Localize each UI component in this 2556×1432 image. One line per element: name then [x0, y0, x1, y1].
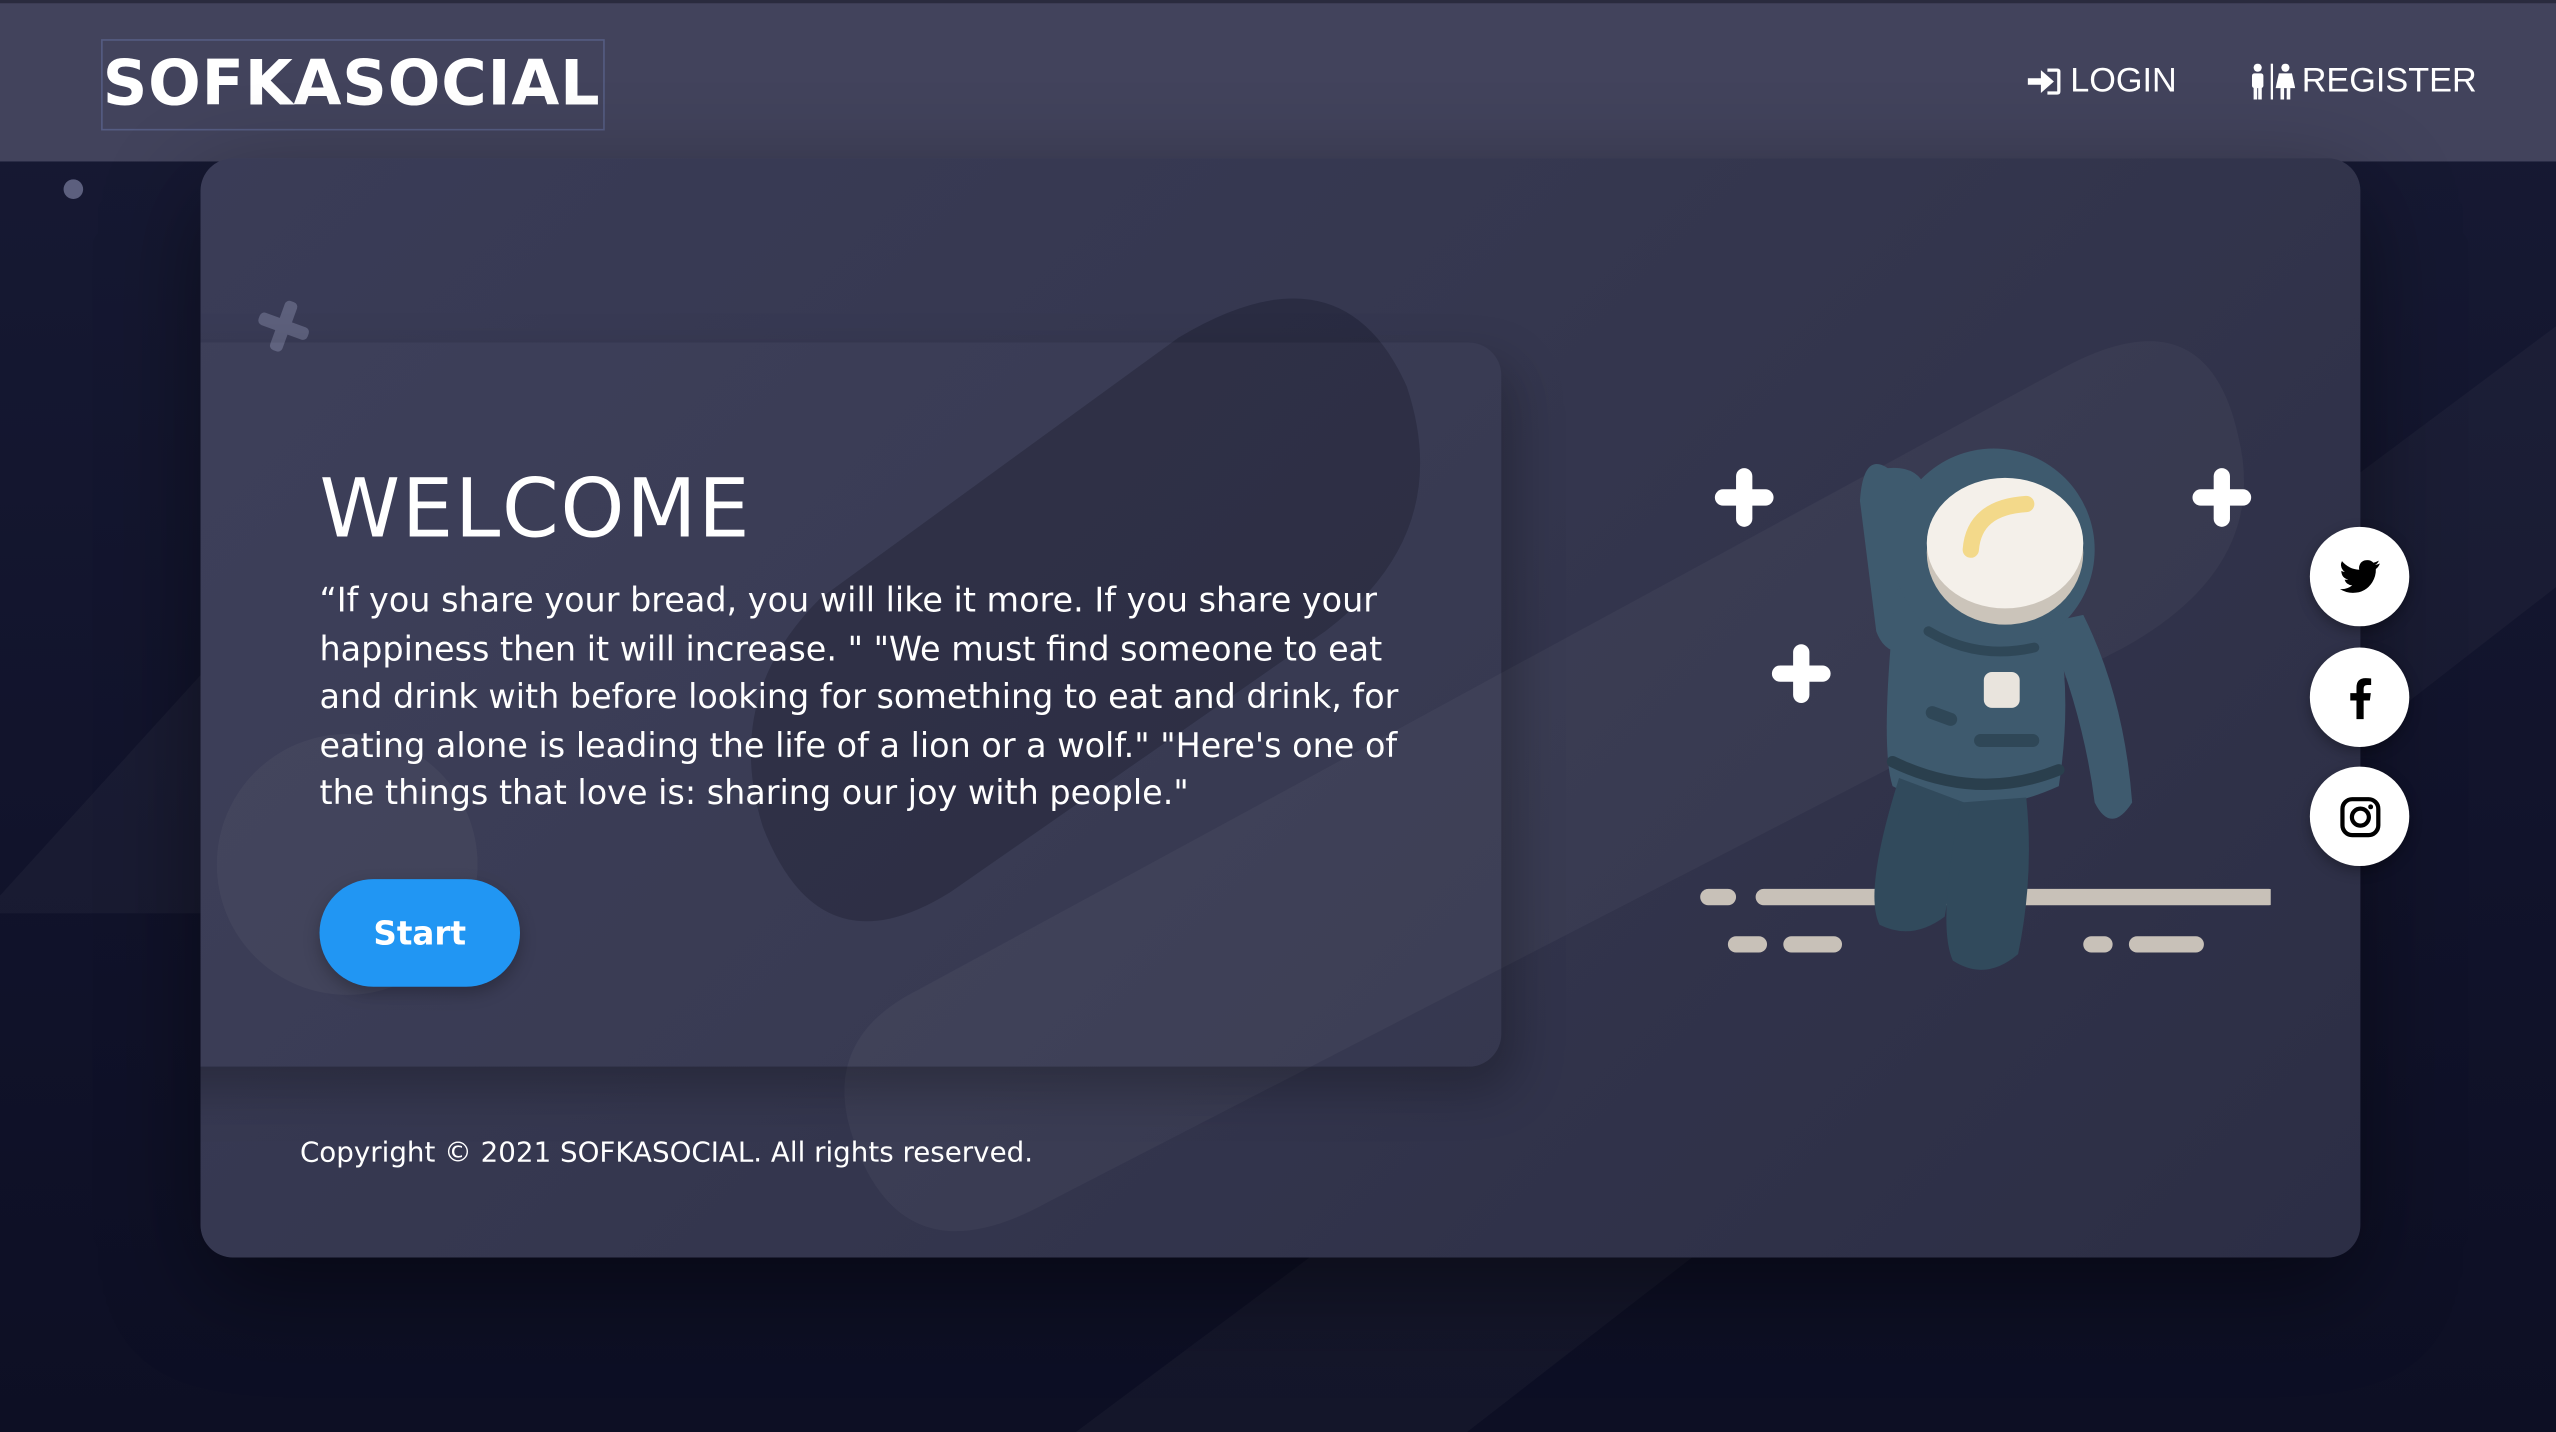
- register-label: REGISTER: [2301, 61, 2477, 100]
- main-card: WELCOME “If you share your bread, you wi…: [200, 158, 2361, 1258]
- copyright-text: Copyright © 2021 SOFKASOCIAL. All rights…: [299, 1136, 1034, 1170]
- page-stage: SOFKASOCIAL LOGIN REGISTER WELCOME “If y…: [0, 0, 2556, 1432]
- astronaut-illustration: [1700, 448, 2271, 970]
- twitter-button[interactable]: [2309, 526, 2410, 627]
- facebook-button[interactable]: [2309, 647, 2410, 747]
- facebook-icon: [2349, 677, 2371, 719]
- start-button[interactable]: Start: [319, 879, 521, 987]
- brand-logo[interactable]: SOFKASOCIAL: [101, 39, 606, 131]
- register-link[interactable]: REGISTER: [2250, 62, 2477, 101]
- login-label: LOGIN: [2070, 61, 2177, 100]
- login-link[interactable]: LOGIN: [2025, 62, 2177, 101]
- restroom-icon: [2250, 63, 2296, 100]
- sign-in-icon: [2025, 65, 2064, 98]
- top-navbar: SOFKASOCIAL LOGIN REGISTER: [0, 0, 2556, 162]
- instagram-icon: [2339, 796, 2380, 837]
- instagram-button[interactable]: [2309, 766, 2410, 867]
- welcome-title: WELCOME: [319, 461, 752, 557]
- welcome-quote: “If you share your bread, you will like …: [319, 580, 1399, 813]
- twitter-icon: [2339, 559, 2380, 593]
